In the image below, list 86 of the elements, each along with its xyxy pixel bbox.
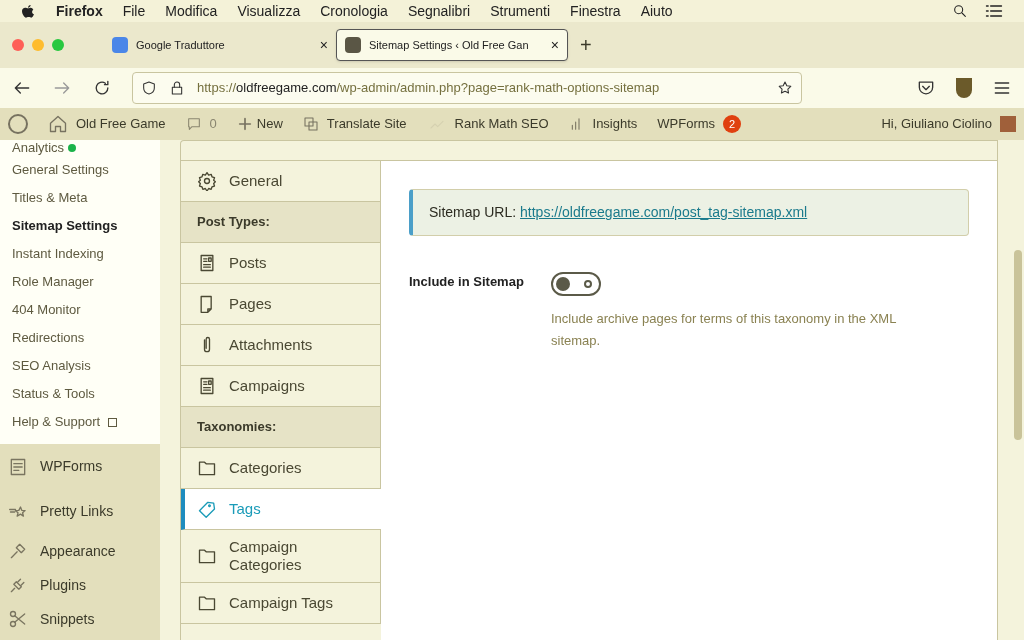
- translate-icon: [112, 37, 128, 53]
- tab-label: Campaign Tags: [229, 594, 333, 612]
- home-icon: [48, 114, 68, 134]
- close-tab-button[interactable]: ×: [550, 34, 559, 56]
- settings-tab[interactable]: Campaign Tags: [181, 583, 381, 624]
- browser-tab[interactable]: Google Traduttore ×: [104, 29, 336, 61]
- submenu-item[interactable]: General Settings: [0, 156, 160, 184]
- site-logo-icon: [345, 37, 361, 53]
- tab-label: Campaigns: [229, 377, 305, 395]
- app-menu[interactable]: Firefox: [56, 0, 103, 22]
- settings-tab[interactable]: Posts: [181, 243, 381, 284]
- submenu-item[interactable]: Titles & Meta: [0, 184, 160, 212]
- star-icon[interactable]: [777, 80, 793, 96]
- settings-tab[interactable]: Campaign Categories: [181, 530, 381, 583]
- apple-logo-icon[interactable]: [20, 3, 36, 19]
- submenu-item[interactable]: 404 Monitor: [0, 296, 160, 324]
- settings-tab[interactable]: Attachments: [181, 325, 381, 366]
- menu-item[interactable]: WPForms: [0, 444, 160, 489]
- sitemap-link[interactable]: https://oldfreegame.com/post_tag-sitemap.xml: [520, 204, 808, 220]
- url-text: https://oldfreegame.com/wp-admin/admin.php?page=rank-math-options-sitemap: [197, 79, 661, 98]
- settings-tab[interactable]: Campaigns: [181, 366, 381, 407]
- rank-math-link[interactable]: Rank Math SEO: [426, 114, 549, 134]
- toggle-switch[interactable]: [551, 272, 601, 296]
- gear-icon: [197, 171, 217, 191]
- submenu-item[interactable]: Role Manager: [0, 268, 160, 296]
- settings-tab[interactable]: Pages: [181, 284, 381, 325]
- plus-icon: [236, 116, 253, 132]
- menu-item[interactable]: Modifica: [165, 0, 218, 22]
- menu-item[interactable]: Cronologia: [320, 0, 388, 22]
- close-tab-button[interactable]: ×: [319, 34, 328, 56]
- tab-label: Posts: [229, 254, 267, 272]
- field-label: Include in Sitemap: [409, 273, 525, 291]
- menu-item[interactable]: Segnalibri: [407, 0, 471, 22]
- menu-item[interactable]: Plugins: [0, 568, 160, 602]
- tab-label: Tags: [229, 500, 261, 518]
- settings-tab[interactable]: Categories: [181, 448, 381, 489]
- avatar: [1000, 116, 1016, 132]
- tab-title: Sitemap Settings ‹ Old Free Gan: [369, 37, 530, 53]
- menu-item[interactable]: Snippets: [0, 602, 160, 636]
- plug-icon: [8, 575, 28, 595]
- shield-icon[interactable]: [141, 80, 157, 96]
- form-icon: [8, 456, 28, 477]
- scissors-icon: [8, 609, 28, 629]
- notice-label: Sitemap URL:: [429, 204, 518, 220]
- tab-label: Attachments: [229, 336, 313, 354]
- field-description: Include archive pages for terms of this taxonomy in the XML sitemap.: [551, 310, 897, 350]
- new-tab-button[interactable]: +: [580, 30, 592, 60]
- submenu-item[interactable]: SEO Analysis: [0, 352, 160, 380]
- insights-link[interactable]: Insights: [568, 114, 638, 134]
- menu-item[interactable]: Visualizza: [237, 0, 301, 22]
- speech-bubble-icon: [185, 116, 202, 132]
- address-bar[interactable]: https://oldfreegame.com/wp-admin/admin.php?page=rank-math-options-sitemap: [132, 72, 802, 104]
- translate-icon: [302, 116, 319, 132]
- lock-icon[interactable]: [169, 80, 185, 96]
- tab-title: Google Traduttore: [136, 37, 226, 53]
- site-link[interactable]: Old Free Game: [48, 114, 166, 134]
- submenu-item[interactable]: Redirections: [0, 324, 160, 352]
- shield-extension-icon[interactable]: [956, 78, 972, 98]
- account-link[interactable]: Hi, Giuliano Ciolino: [881, 114, 1016, 134]
- menu-item[interactable]: Strumenti: [490, 0, 551, 22]
- submenu-item[interactable]: Analytics: [0, 140, 160, 156]
- nav-heading: Post Types:: [181, 202, 381, 243]
- tab-label: Categories: [229, 459, 302, 477]
- settings-tab[interactable]: General: [181, 161, 381, 202]
- menu-item[interactable]: Appearance: [0, 534, 160, 568]
- count-badge: 2: [723, 115, 742, 133]
- tag-icon: [197, 499, 217, 519]
- tab-label: Pages: [229, 295, 272, 313]
- nav-heading: Taxonomies:: [181, 407, 381, 448]
- search-icon[interactable]: [952, 3, 968, 19]
- wpforms-link[interactable]: WPForms 2: [657, 114, 742, 134]
- brush-icon: [8, 541, 28, 561]
- new-link[interactable]: New: [236, 114, 283, 134]
- menu-item[interactable]: Finestra: [570, 0, 621, 22]
- submenu-item[interactable]: Sitemap Settings: [0, 212, 160, 240]
- translate-link[interactable]: Translate Site: [302, 114, 407, 134]
- browser-tab[interactable]: Sitemap Settings ‹ Old Free Gan ×: [336, 29, 568, 61]
- tab-label: General: [229, 172, 283, 190]
- submenu-item[interactable]: Instant Indexing: [0, 240, 160, 268]
- menu-item[interactable]: File: [122, 0, 146, 22]
- submenu-item[interactable]: Help & Support: [0, 408, 160, 436]
- menu-item[interactable]: Pretty Links: [0, 489, 160, 534]
- menu-item[interactable]: Aiuto: [640, 0, 673, 22]
- tab-label: Campaign Categories: [229, 538, 303, 574]
- wordpress-logo-icon[interactable]: [8, 114, 28, 134]
- submenu-item[interactable]: Status & Tools: [0, 380, 160, 408]
